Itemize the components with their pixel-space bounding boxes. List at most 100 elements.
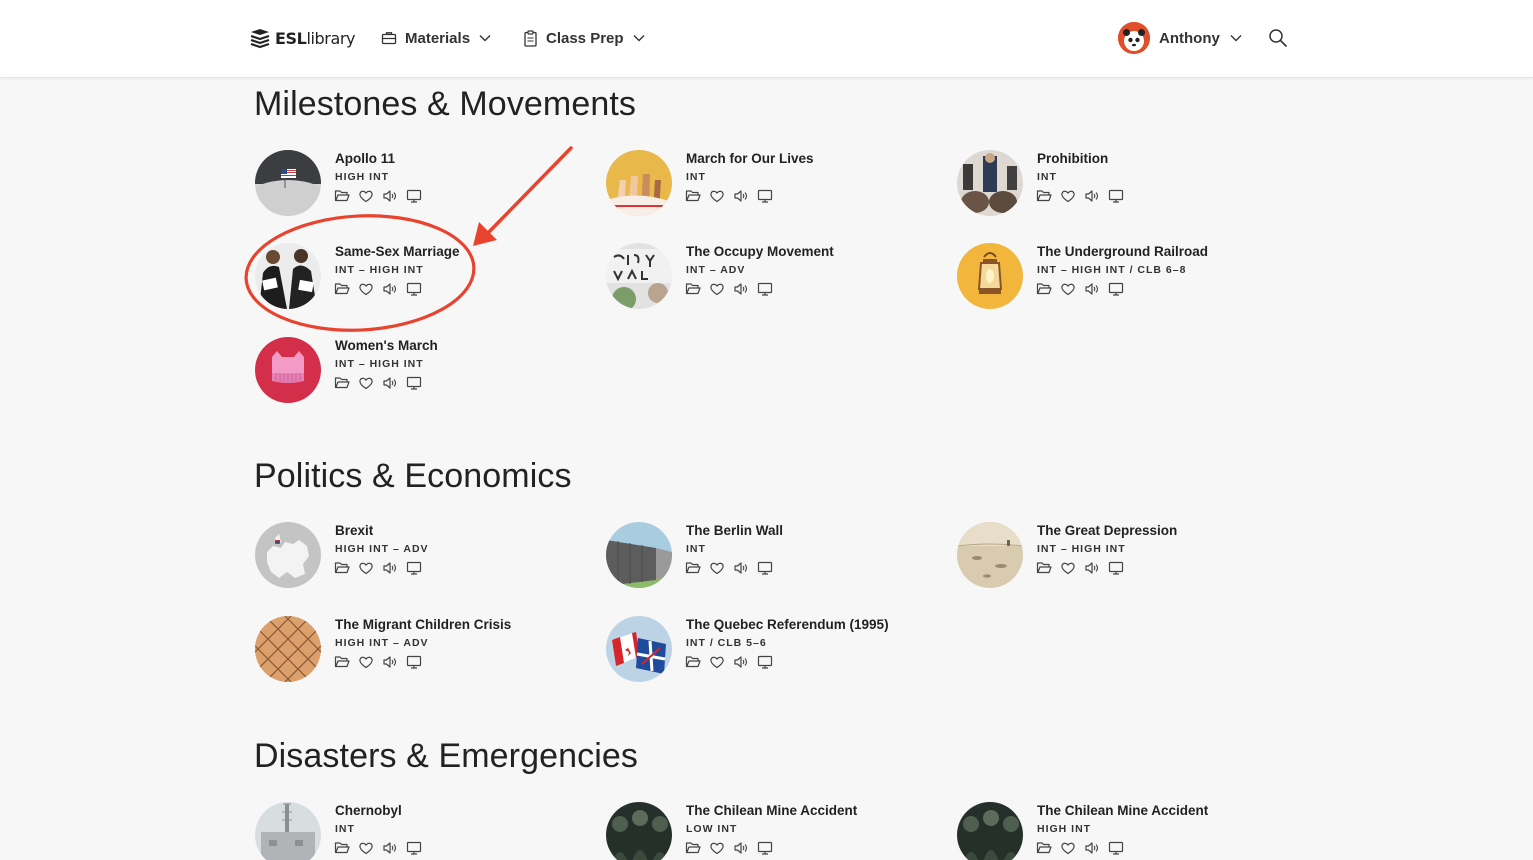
user-menu[interactable]: Anthony	[1118, 21, 1243, 55]
lesson-card-march-for-our-lives[interactable]: March for Our Lives INT	[606, 150, 926, 218]
lesson-title: The Great Depression	[1037, 523, 1178, 538]
presentation-icon[interactable]	[757, 281, 773, 297]
lesson-card-chernobyl[interactable]: Chernobyl INT	[255, 802, 575, 860]
lesson-title: Chernobyl	[335, 803, 402, 818]
lesson-card-chilean-mine-accident-low-int[interactable]: The Chilean Mine Accident LOW INT	[606, 802, 926, 860]
lesson-card-womens-march[interactable]: Women's March INT – HIGH INT	[255, 337, 575, 405]
heart-icon[interactable]	[709, 281, 725, 297]
lesson-card-apollo-11[interactable]: Apollo 11 HIGH INT	[255, 150, 575, 218]
folder-icon[interactable]	[685, 281, 701, 297]
audio-icon[interactable]	[1084, 840, 1100, 856]
folder-icon[interactable]	[685, 188, 701, 204]
folder-icon[interactable]	[334, 654, 350, 670]
presentation-icon[interactable]	[406, 654, 422, 670]
presentation-icon[interactable]	[406, 281, 422, 297]
nav-class-prep[interactable]: Class Prep	[523, 26, 646, 50]
lesson-actions	[334, 188, 422, 204]
heart-icon[interactable]	[709, 560, 725, 576]
red-annotation-overlay	[244, 146, 573, 332]
presentation-icon[interactable]	[1108, 188, 1124, 204]
lesson-title: March for Our Lives	[686, 151, 814, 166]
search-button[interactable]	[1268, 28, 1288, 48]
lesson-level: HIGH INT	[1037, 823, 1092, 835]
folder-icon[interactable]	[334, 281, 350, 297]
lesson-thumbnail	[957, 150, 1023, 216]
heart-icon[interactable]	[709, 188, 725, 204]
heart-icon[interactable]	[709, 654, 725, 670]
heart-icon[interactable]	[1060, 188, 1076, 204]
lesson-actions	[1036, 281, 1124, 297]
heart-icon[interactable]	[1060, 840, 1076, 856]
presentation-icon[interactable]	[406, 375, 422, 391]
heart-icon[interactable]	[358, 840, 374, 856]
folder-icon[interactable]	[334, 840, 350, 856]
lesson-card-berlin-wall[interactable]: The Berlin Wall INT	[606, 522, 926, 590]
audio-icon[interactable]	[382, 375, 398, 391]
audio-icon[interactable]	[1084, 188, 1100, 204]
presentation-icon[interactable]	[406, 188, 422, 204]
heart-icon[interactable]	[358, 654, 374, 670]
lesson-card-quebec-referendum[interactable]: The Quebec Referendum (1995) INT / CLB 5…	[606, 616, 926, 684]
folder-icon[interactable]	[685, 840, 701, 856]
folder-icon[interactable]	[685, 654, 701, 670]
heart-icon[interactable]	[358, 188, 374, 204]
heart-icon[interactable]	[709, 840, 725, 856]
presentation-icon[interactable]	[757, 188, 773, 204]
lesson-card-prohibition[interactable]: Prohibition INT	[957, 150, 1277, 218]
audio-icon[interactable]	[382, 281, 398, 297]
lesson-card-occupy-movement[interactable]: The Occupy Movement INT – ADV	[606, 243, 926, 311]
audio-icon[interactable]	[733, 188, 749, 204]
presentation-icon[interactable]	[406, 560, 422, 576]
presentation-icon[interactable]	[757, 654, 773, 670]
lesson-actions	[1036, 840, 1124, 856]
nav-materials[interactable]: Materials	[381, 26, 492, 50]
folder-icon[interactable]	[1036, 840, 1052, 856]
folder-icon[interactable]	[334, 188, 350, 204]
audio-icon[interactable]	[1084, 560, 1100, 576]
audio-icon[interactable]	[382, 654, 398, 670]
heart-icon[interactable]	[358, 375, 374, 391]
folder-icon[interactable]	[1036, 281, 1052, 297]
folder-icon[interactable]	[334, 560, 350, 576]
lesson-thumbnail	[255, 150, 321, 216]
presentation-icon[interactable]	[757, 560, 773, 576]
lesson-title: The Chilean Mine Accident	[686, 803, 858, 818]
audio-icon[interactable]	[382, 188, 398, 204]
presentation-icon[interactable]	[1108, 281, 1124, 297]
presentation-icon[interactable]	[1108, 560, 1124, 576]
lesson-actions	[334, 840, 422, 856]
folder-icon[interactable]	[1036, 560, 1052, 576]
lesson-thumbnail	[255, 522, 321, 588]
lesson-thumbnail	[255, 337, 321, 403]
heart-icon[interactable]	[358, 281, 374, 297]
lesson-card-underground-railroad[interactable]: The Underground Railroad INT – HIGH INT …	[957, 243, 1277, 311]
folder-icon[interactable]	[1036, 188, 1052, 204]
audio-icon[interactable]	[733, 560, 749, 576]
lesson-thumbnail	[606, 522, 672, 588]
presentation-icon[interactable]	[406, 840, 422, 856]
lesson-actions	[685, 840, 773, 856]
lesson-card-brexit[interactable]: Brexit HIGH INT – ADV	[255, 522, 575, 590]
heart-icon[interactable]	[1060, 281, 1076, 297]
lesson-title: The Berlin Wall	[686, 523, 784, 538]
heart-icon[interactable]	[358, 560, 374, 576]
audio-icon[interactable]	[733, 840, 749, 856]
lesson-card-chilean-mine-accident-high-int[interactable]: The Chilean Mine Accident HIGH INT	[957, 802, 1277, 860]
lesson-card-migrant-children-crisis[interactable]: The Migrant Children Crisis HIGH INT – A…	[255, 616, 575, 684]
heart-icon[interactable]	[1060, 560, 1076, 576]
lesson-card-same-sex-marriage[interactable]: Same-Sex Marriage INT – HIGH INT	[255, 243, 575, 311]
folder-icon[interactable]	[334, 375, 350, 391]
audio-icon[interactable]	[1084, 281, 1100, 297]
esl-library-logo[interactable]: ESLlibrary	[249, 25, 356, 51]
lesson-title: The Migrant Children Crisis	[335, 617, 512, 632]
folder-icon[interactable]	[685, 560, 701, 576]
audio-icon[interactable]	[733, 654, 749, 670]
audio-icon[interactable]	[382, 840, 398, 856]
lesson-card-great-depression[interactable]: The Great Depression INT – HIGH INT	[957, 522, 1277, 590]
audio-icon[interactable]	[733, 281, 749, 297]
audio-icon[interactable]	[382, 560, 398, 576]
chevron-down-icon	[633, 35, 645, 42]
presentation-icon[interactable]	[757, 840, 773, 856]
lesson-title: Brexit	[335, 523, 374, 538]
presentation-icon[interactable]	[1108, 840, 1124, 856]
